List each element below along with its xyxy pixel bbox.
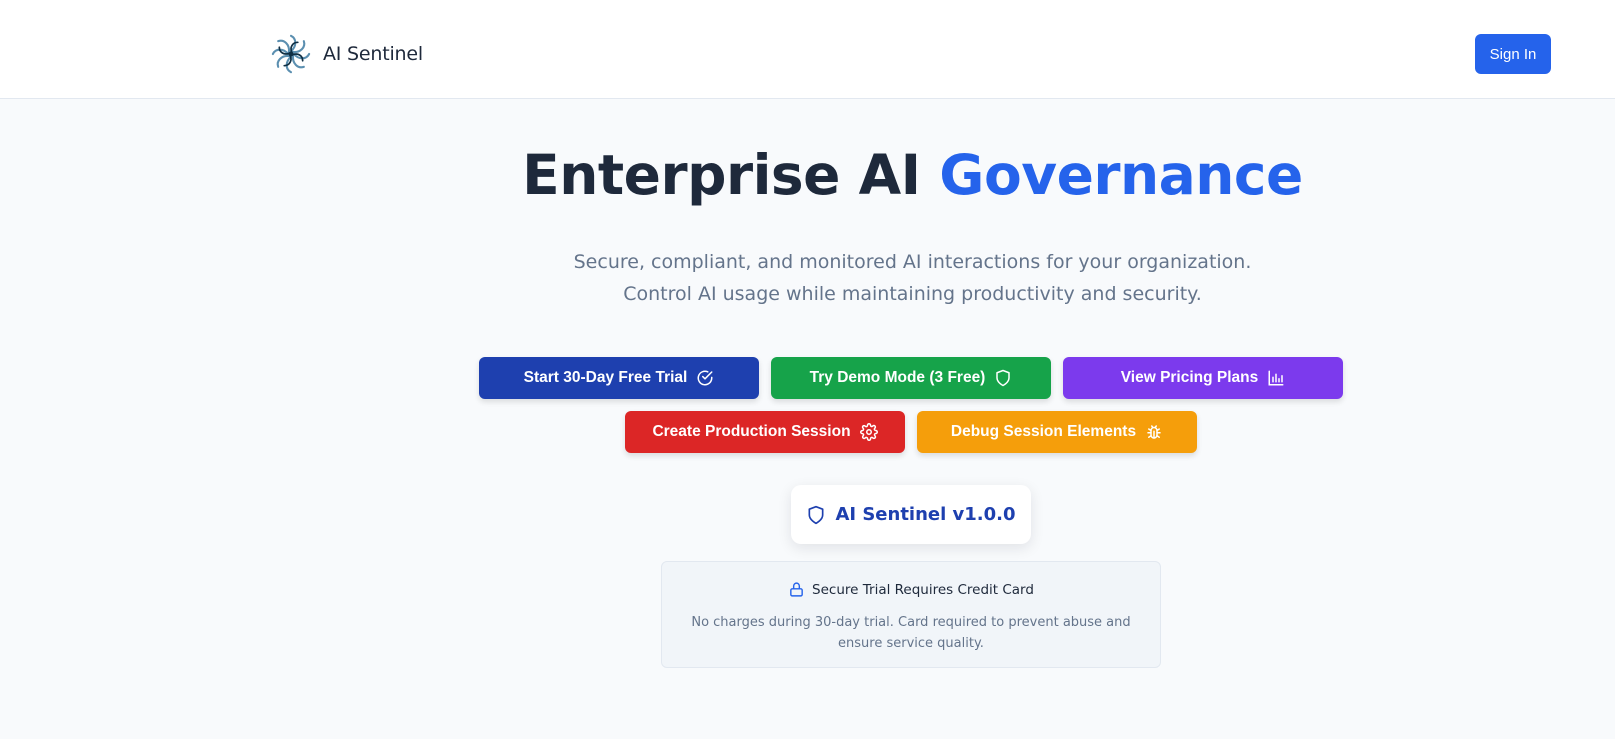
shield-icon — [808, 505, 824, 524]
debug-session-elements-button[interactable]: Debug Session Elements — [917, 411, 1197, 453]
brand-name: AI Sentinel — [323, 43, 423, 65]
version-label: AI Sentinel v1.0.0 — [835, 504, 1016, 525]
view-pricing-plans-button[interactable]: View Pricing Plans — [1063, 357, 1343, 399]
credit-card-notice: Secure Trial Requires Credit Card No cha… — [661, 561, 1161, 668]
view-pricing-plans-label: View Pricing Plans — [1120, 369, 1259, 386]
gear-icon — [859, 423, 878, 441]
lock-icon — [790, 582, 803, 597]
shield-icon — [996, 369, 1011, 387]
try-demo-mode-button[interactable]: Try Demo Mode (3 Free) — [771, 357, 1051, 399]
notice-header: Secure Trial Requires Credit Card — [662, 581, 1160, 598]
check-circle-icon — [697, 370, 713, 386]
bar-chart-icon — [1268, 370, 1284, 386]
notice-title: Secure Trial Requires Credit Card — [812, 581, 1034, 598]
sign-in-button[interactable]: Sign In — [1475, 34, 1551, 74]
notice-body: No charges during 30-day trial. Card req… — [691, 615, 1131, 651]
create-production-session-label: Create Production Session — [652, 423, 851, 440]
brand[interactable]: AI Sentinel — [270, 33, 423, 75]
pinwheel-logo-icon — [271, 34, 311, 74]
bug-icon — [1147, 425, 1161, 439]
hero-title-main: Enterprise AI — [522, 143, 940, 207]
top-header: AI Sentinel Sign In — [0, 0, 1615, 99]
hero-title-accent: Governance — [939, 143, 1303, 207]
start-free-trial-label: Start 30-Day Free Trial — [523, 369, 688, 386]
create-production-session-button[interactable]: Create Production Session — [625, 411, 905, 453]
hero-title: Enterprise AI Governance — [0, 143, 1615, 207]
start-free-trial-button[interactable]: Start 30-Day Free Trial — [479, 357, 759, 399]
hero-subtitle: Secure, compliant, and monitored AI inte… — [573, 251, 1252, 305]
try-demo-mode-label: Try Demo Mode (3 Free) — [809, 369, 986, 386]
debug-session-elements-label: Debug Session Elements — [950, 423, 1137, 440]
version-badge: AI Sentinel v1.0.0 — [791, 485, 1031, 544]
